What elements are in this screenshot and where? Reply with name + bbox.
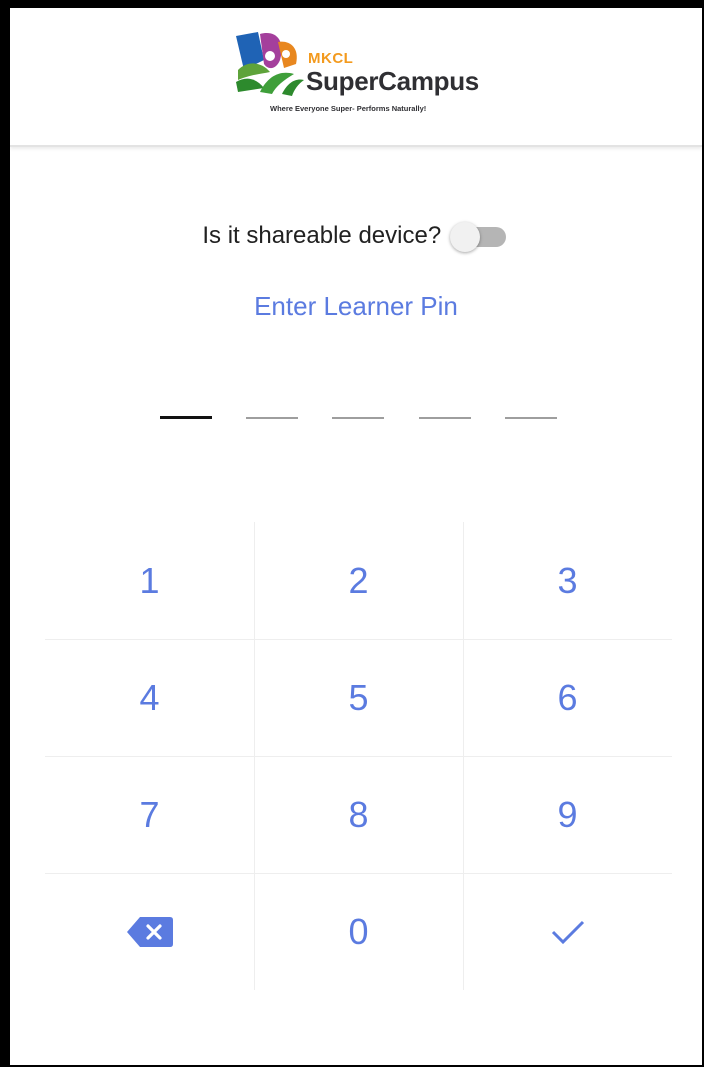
key-0[interactable]: 0 (254, 873, 463, 990)
key-9[interactable]: 9 (463, 756, 672, 873)
check-icon (551, 920, 584, 944)
supercampus-logo-icon (236, 32, 304, 96)
backspace-icon (126, 916, 173, 947)
pin-digit-slot-5 (505, 417, 557, 419)
pin-digit-slot-3 (332, 417, 384, 419)
key-2[interactable]: 2 (254, 522, 463, 639)
backspace-button[interactable] (45, 873, 254, 990)
pin-digit-slot-4 (419, 417, 471, 419)
toggle-thumb (449, 222, 480, 252)
key-4[interactable]: 4 (45, 639, 254, 756)
logo-brand-name: SuperCampus (306, 66, 479, 96)
key-5[interactable]: 5 (254, 639, 463, 756)
key-3[interactable]: 3 (463, 522, 672, 639)
numeric-keypad: 1 2 3 4 5 6 7 8 9 0 (45, 522, 672, 990)
key-1[interactable]: 1 (45, 522, 254, 639)
pin-digit-slot-2 (246, 417, 298, 419)
shareable-device-row: Is it shareable device? (10, 218, 702, 254)
key-8[interactable]: 8 (254, 756, 463, 873)
submit-button[interactable] (463, 873, 672, 990)
logo-tagline: Where Everyone Super- Performs Naturally… (270, 104, 427, 113)
shareable-device-label: Is it shareable device? (202, 222, 442, 249)
key-7[interactable]: 7 (45, 756, 254, 873)
app-screen: MKCL SuperCampus Where Everyone Super- P… (10, 8, 702, 1065)
supercampus-logo: MKCL SuperCampus Where Everyone Super- P… (234, 30, 494, 126)
key-6[interactable]: 6 (463, 639, 672, 756)
app-header: MKCL SuperCampus Where Everyone Super- P… (10, 8, 702, 147)
enter-learner-pin-title: Enter Learner Pin (254, 291, 458, 321)
logo-mkcl-text: MKCL (308, 50, 354, 67)
shareable-device-toggle[interactable] (449, 218, 510, 254)
pin-digit-slot-1 (160, 416, 212, 419)
